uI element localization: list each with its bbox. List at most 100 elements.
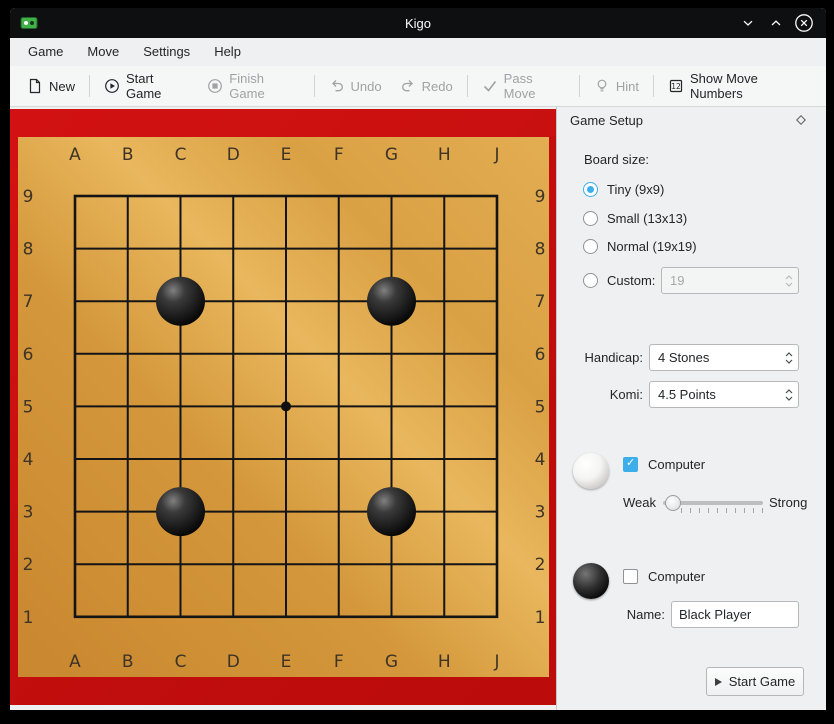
komi-select[interactable]: 4.5 Points <box>649 381 799 408</box>
toolbar-label: Finish Game <box>229 71 299 101</box>
menu-settings[interactable]: Settings <box>131 38 202 66</box>
toolbar-label: Start Game <box>126 71 189 101</box>
svg-text:C: C <box>175 145 187 165</box>
checkbox-indicator <box>623 569 638 584</box>
radio-custom[interactable]: Custom: <box>583 270 655 290</box>
radio-indicator <box>583 211 598 226</box>
svg-text:5: 5 <box>535 397 546 417</box>
radio-small[interactable]: Small (13x13) <box>583 208 687 228</box>
toolbar-show-move-numbers[interactable]: 12 Show Move Numbers <box>659 65 818 107</box>
toolbar-pass-move: Pass Move <box>473 65 574 107</box>
radio-label: Custom: <box>607 273 655 288</box>
svg-text:7: 7 <box>535 292 546 312</box>
svg-text:H: H <box>438 652 451 672</box>
radio-indicator <box>583 182 598 197</box>
svg-text:1: 1 <box>23 608 34 628</box>
svg-text:2: 2 <box>535 555 546 575</box>
toolbar-redo: Redo <box>391 72 462 100</box>
toolbar-hint: Hint <box>585 72 648 100</box>
svg-text:D: D <box>227 652 240 672</box>
svg-text:A: A <box>69 652 81 672</box>
kigo-app-icon <box>20 14 38 32</box>
toolbar-finish-game: Finish Game <box>198 65 308 107</box>
play-circle-icon <box>104 78 120 94</box>
move-numbers-icon: 12 <box>668 78 684 94</box>
toolbar: New Start Game Finish Game Undo Redo Pass Mov… <box>10 66 826 107</box>
board-area: AABBCCDDEEFFGGHHJJ998877665544332211 <box>10 109 556 705</box>
black-computer-checkbox[interactable]: Computer <box>623 568 705 584</box>
start-game-button[interactable]: Start Game <box>706 667 804 696</box>
go-board[interactable]: AABBCCDDEEFFGGHHJJ998877665544332211 <box>10 109 556 705</box>
undo-arrow-icon <box>329 78 345 94</box>
svg-text:6: 6 <box>535 345 546 365</box>
svg-text:E: E <box>281 652 292 672</box>
komi-value: 4.5 Points <box>650 387 780 402</box>
white-computer-checkbox[interactable]: Computer <box>623 456 705 472</box>
svg-text:D: D <box>227 145 240 165</box>
checkbox-label: Computer <box>648 569 705 584</box>
svg-text:J: J <box>493 145 499 165</box>
handicap-label: Handicap: <box>557 350 643 365</box>
svg-text:12: 12 <box>671 82 681 91</box>
radio-label: Small (13x13) <box>607 211 687 226</box>
svg-text:C: C <box>175 652 187 672</box>
spinner-arrows[interactable] <box>780 345 798 370</box>
weak-label: Weak <box>623 495 656 510</box>
titlebar[interactable]: Kigo <box>10 8 826 38</box>
svg-text:8: 8 <box>23 240 34 260</box>
toolbar-start-game[interactable]: Start Game <box>95 65 198 107</box>
minimize-button[interactable] <box>736 11 760 35</box>
svg-text:H: H <box>438 145 451 165</box>
menu-move[interactable]: Move <box>75 38 131 66</box>
menubar: GameMoveSettingsHelp <box>10 38 826 66</box>
toolbar-separator <box>89 75 90 97</box>
toolbar-label: Show Move Numbers <box>690 71 809 101</box>
toolbar-label: Hint <box>616 79 639 94</box>
spinner-arrows[interactable] <box>780 382 798 407</box>
play-icon <box>715 678 722 686</box>
window-controls <box>736 11 816 35</box>
radio-normal[interactable]: Normal (19x19) <box>583 236 697 256</box>
main-content: AABBCCDDEEFFGGHHJJ998877665544332211 Gam… <box>10 107 826 710</box>
toolbar-undo: Undo <box>320 72 391 100</box>
black-player-name-input[interactable] <box>671 601 799 628</box>
toolbar-separator <box>314 75 315 97</box>
panel-title: Game Setup <box>570 113 643 128</box>
komi-label: Komi: <box>557 387 643 402</box>
svg-text:4: 4 <box>23 450 34 470</box>
menu-help[interactable]: Help <box>202 38 253 66</box>
strong-label: Strong <box>769 495 807 510</box>
custom-size-spinbox: 19 <box>661 267 799 294</box>
custom-size-value: 19 <box>662 273 780 288</box>
toolbar-label: Pass Move <box>504 71 565 101</box>
menu-game[interactable]: Game <box>16 38 75 66</box>
toolbar-new[interactable]: New <box>18 72 84 100</box>
checkbox-indicator <box>623 457 638 472</box>
svg-text:F: F <box>334 145 344 165</box>
checkbox-label: Computer <box>648 457 705 472</box>
name-label: Name: <box>557 607 665 622</box>
slider-ticks <box>681 508 763 513</box>
dock-float-icon[interactable] <box>796 115 806 125</box>
kigo-window: Kigo GameMoveSettingsHelp New Start Game F… <box>10 8 826 710</box>
checkmark-icon <box>482 78 498 94</box>
board-size-label: Board size: <box>584 152 649 167</box>
start-game-label: Start Game <box>729 674 795 689</box>
svg-text:B: B <box>122 652 134 672</box>
black-stone-image <box>573 563 609 599</box>
svg-text:B: B <box>122 145 134 165</box>
slider-handle[interactable] <box>665 495 681 511</box>
game-setup-panel: Game Setup Board size: Tiny (9x9) Small … <box>556 107 826 710</box>
strength-slider[interactable] <box>663 495 763 517</box>
svg-text:9: 9 <box>535 187 546 207</box>
toolbar-label: Redo <box>422 79 453 94</box>
radio-label: Normal (19x19) <box>607 239 697 254</box>
radio-indicator <box>583 239 598 254</box>
handicap-select[interactable]: 4 Stones <box>649 344 799 371</box>
close-button[interactable] <box>792 11 816 35</box>
svg-text:6: 6 <box>23 345 34 365</box>
maximize-button[interactable] <box>764 11 788 35</box>
svg-text:1: 1 <box>535 608 546 628</box>
svg-text:9: 9 <box>23 187 34 207</box>
radio-tiny[interactable]: Tiny (9x9) <box>583 179 664 199</box>
